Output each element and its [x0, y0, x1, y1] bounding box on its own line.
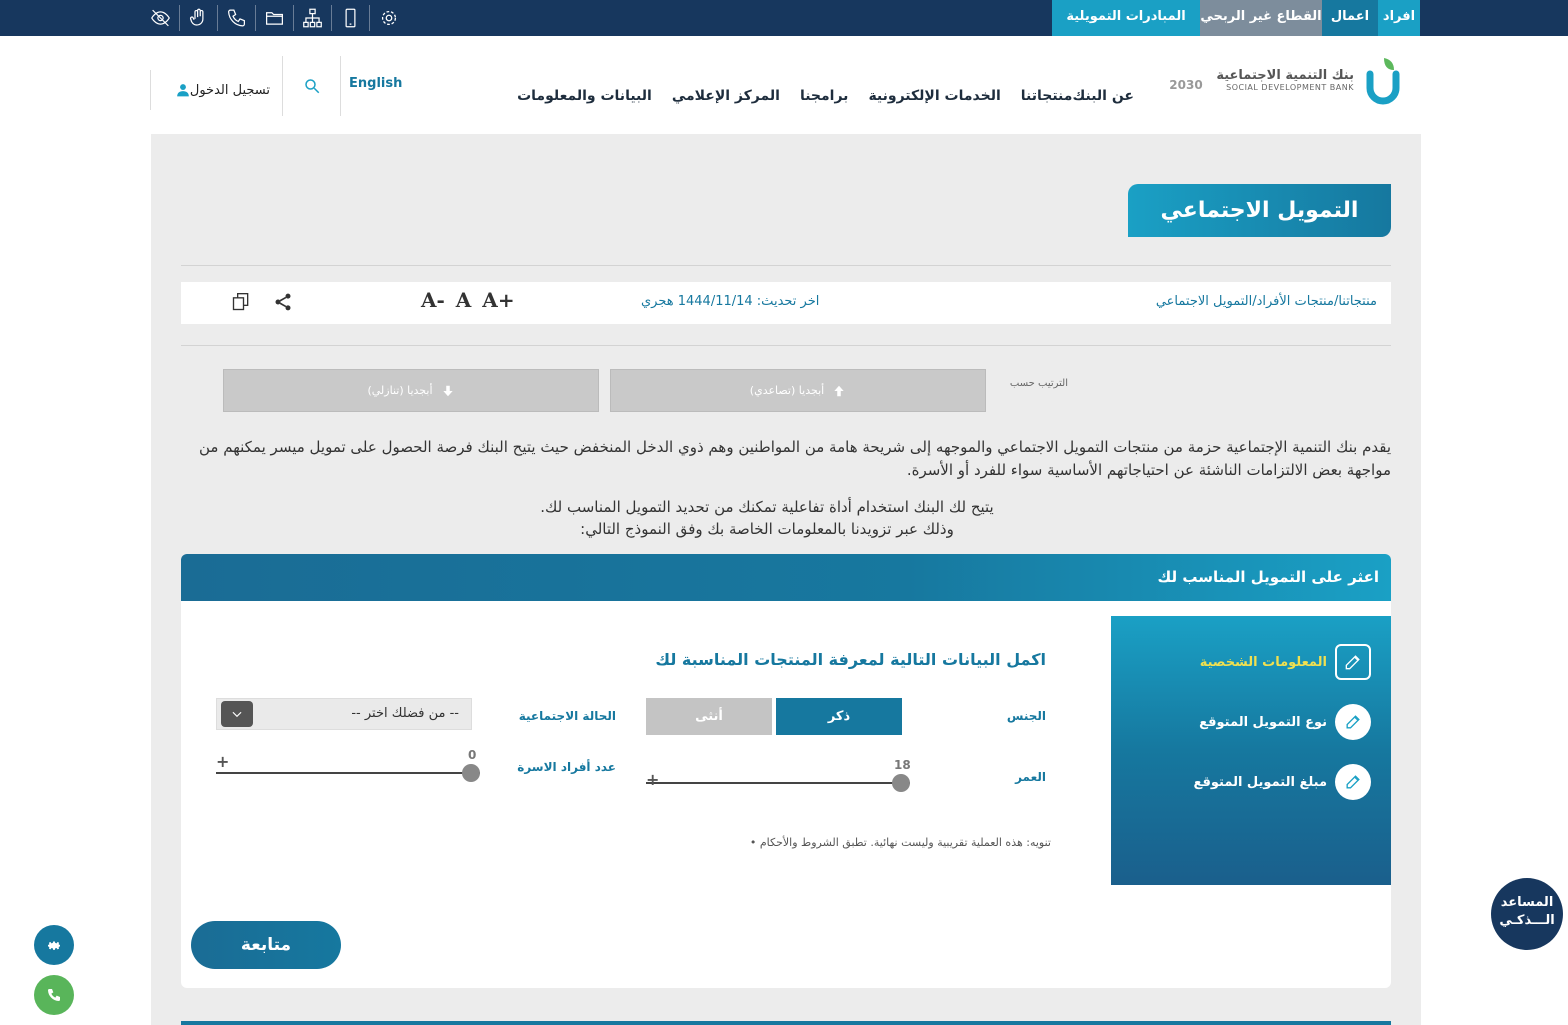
family-increment-button[interactable]: + — [216, 752, 229, 771]
font-increase-button[interactable]: A+ — [482, 288, 514, 312]
assistant-line-1: المساعد — [1500, 895, 1554, 910]
logo-mark-icon — [1366, 58, 1400, 105]
phone-icon[interactable] — [226, 5, 256, 31]
arrow-up-icon — [834, 385, 844, 396]
sort-ascending-label: أبجديا (تصاعدي) — [749, 384, 825, 397]
family-slider-thumb[interactable] — [462, 764, 480, 782]
sign-language-icon[interactable] — [188, 5, 218, 31]
font-reset-button[interactable]: A — [456, 288, 472, 312]
intro-instructions: يتيح لك البنك استخدام أداة تفاعلية تمكنك… — [481, 496, 1053, 540]
finder-steps: المعلومات الشخصية نوع التمويل المتوقع مب… — [1111, 616, 1391, 885]
family-members-value: 0 — [468, 748, 477, 762]
last-updated: اخر تحديث: 1444/11/14 هجري — [641, 294, 820, 309]
login-label: تسجيل الدخول — [189, 82, 270, 98]
copy-icon[interactable] — [231, 292, 251, 312]
divider — [181, 265, 1391, 266]
language-switch[interactable]: English — [340, 56, 402, 116]
nav-about-bank[interactable]: عن البنك — [1072, 88, 1134, 104]
age-slider-track — [646, 782, 910, 784]
accessibility-toolbar — [150, 0, 416, 36]
intro-line-2: وذلك عبر تزويدنا بالمعلومات الخاصة بك وف… — [580, 520, 954, 538]
age-label: العمر — [1015, 770, 1046, 784]
settings-button[interactable] — [34, 925, 74, 965]
edit-icon — [1335, 644, 1371, 680]
login-link[interactable]: تسجيل الدخول — [150, 70, 270, 110]
main-navigation: عن البنك منتجاتنا الخدمات الإلكترونية بر… — [497, 88, 1134, 104]
divider — [181, 345, 1391, 346]
family-slider-track — [216, 772, 480, 774]
age-value: 18 — [894, 758, 911, 772]
share-icon[interactable] — [273, 292, 293, 312]
intro-paragraph: يقدم بنك التنمية الإجتماعية حزمة من منتج… — [199, 438, 1391, 479]
finder-header: اعثر على التمويل المناسب لك — [181, 554, 1391, 601]
family-members-slider[interactable]: 0 + — [216, 748, 484, 784]
nav-media-center[interactable]: المركز الإعلامي — [672, 88, 780, 104]
marital-status-label: الحالة الاجتماعية — [518, 709, 616, 723]
assistant-line-2: الـــذكـي — [1499, 913, 1555, 928]
font-decrease-button[interactable]: A- — [421, 288, 445, 312]
family-members-label: عدد أفراد الاسرة — [517, 760, 616, 774]
age-slider[interactable]: 18 + — [646, 758, 914, 794]
arrow-down-icon — [442, 385, 453, 396]
top-bar: افراد اعمال القطاع غير الربحي المبادرات … — [0, 0, 1568, 36]
step-label: نوع التمويل المتوقع — [1199, 714, 1327, 730]
call-button[interactable] — [34, 975, 74, 1015]
folder-icon[interactable] — [264, 5, 294, 31]
sort-descending-label: أبجديا (تنازلي) — [367, 384, 433, 397]
tab-nonprofit[interactable]: القطاع غير الربحي — [1200, 0, 1322, 36]
mobile-icon[interactable] — [340, 5, 370, 31]
gender-male-button[interactable]: ذكر — [776, 698, 902, 735]
sort-ascending-button[interactable]: أبجديا (تصاعدي) — [610, 369, 986, 412]
search-button[interactable] — [282, 56, 340, 116]
tab-individuals[interactable]: افراد — [1378, 0, 1420, 36]
disclaimer-note: • تنويه: هذه العملية تقريبية وليست نهائي… — [749, 836, 1051, 849]
user-icon — [177, 84, 189, 97]
tab-financing-initiatives[interactable]: المبادرات التمويلية — [1052, 0, 1200, 36]
site-header: بنك التنمية الاجتماعية SOCIAL DEVELOPMEN… — [0, 36, 1568, 134]
age-increment-button[interactable]: + — [646, 770, 659, 789]
logo-arabic-text: بنك التنمية الاجتماعية — [1216, 68, 1354, 83]
form-title: اكمل البيانات التالية لمعرفة المنتجات ال… — [655, 650, 1046, 669]
continue-button[interactable]: متابعة — [191, 921, 341, 969]
gender-label: الجنس — [1006, 709, 1046, 723]
audience-tabs: افراد اعمال القطاع غير الربحي المبادرات … — [1052, 0, 1420, 36]
step-financing-type[interactable]: نوع التمويل المتوقع — [1199, 704, 1371, 740]
step-financing-amount[interactable]: مبلغ التمويل المتوقع — [1193, 764, 1371, 800]
section-divider — [181, 1021, 1391, 1025]
font-size-controls: A- A A+ — [419, 288, 517, 312]
step-label: مبلغ التمويل المتوقع — [1193, 774, 1328, 790]
intro-line-1: يتيح لك البنك استخدام أداة تفاعلية تمكنك… — [540, 498, 994, 516]
search-icon — [304, 79, 319, 94]
page-title: التمويل الاجتماعي — [1128, 184, 1391, 237]
marital-status-select[interactable]: -- من فضلك اختر -- — [216, 698, 472, 730]
sort-label: الترتيب حسب — [1009, 378, 1068, 389]
vision-2030-logo: 2030 — [1169, 78, 1203, 92]
age-slider-thumb[interactable] — [892, 774, 910, 792]
nav-data-information[interactable]: البيانات والمعلومات — [517, 88, 652, 104]
marital-status-value: -- من فضلك اختر -- — [351, 706, 459, 721]
sort-descending-button[interactable]: أبجديا (تنازلي) — [223, 369, 599, 412]
breadcrumb[interactable]: منتجاتنا/منتجات الأفراد/التمويل الاجتماع… — [1156, 294, 1377, 309]
gear-icon — [48, 941, 60, 950]
nav-products[interactable]: منتجاتنا — [1021, 88, 1073, 104]
eye-off-icon[interactable] — [150, 5, 180, 31]
step-personal-info[interactable]: المعلومات الشخصية — [1200, 644, 1371, 680]
phone-icon — [48, 989, 60, 1001]
edit-icon — [1335, 764, 1371, 800]
info-bar: منتجاتنا/منتجات الأفراد/التمويل الاجتماع… — [181, 282, 1391, 324]
gender-female-button[interactable]: أنثى — [646, 698, 772, 735]
edit-icon — [1335, 704, 1371, 740]
nav-programs[interactable]: برامجنا — [800, 88, 849, 104]
smart-assistant-button[interactable]: المساعد الـــذكـي — [1491, 878, 1563, 950]
main-content: التمويل الاجتماعي منتجاتنا/منتجات الأفرا… — [151, 134, 1421, 1025]
sitemap-icon[interactable] — [302, 5, 332, 31]
nav-e-services[interactable]: الخدمات الإلكترونية — [868, 88, 1000, 104]
financing-finder: اعثر على التمويل المناسب لك المعلومات ال… — [181, 554, 1391, 988]
step-label: المعلومات الشخصية — [1199, 654, 1327, 670]
logo-english-text: SOCIAL DEVELOPMENT BANK — [1226, 83, 1354, 92]
chevron-down-icon — [221, 701, 253, 727]
settings-gear-icon[interactable] — [378, 5, 408, 31]
tab-business[interactable]: اعمال — [1322, 0, 1378, 36]
